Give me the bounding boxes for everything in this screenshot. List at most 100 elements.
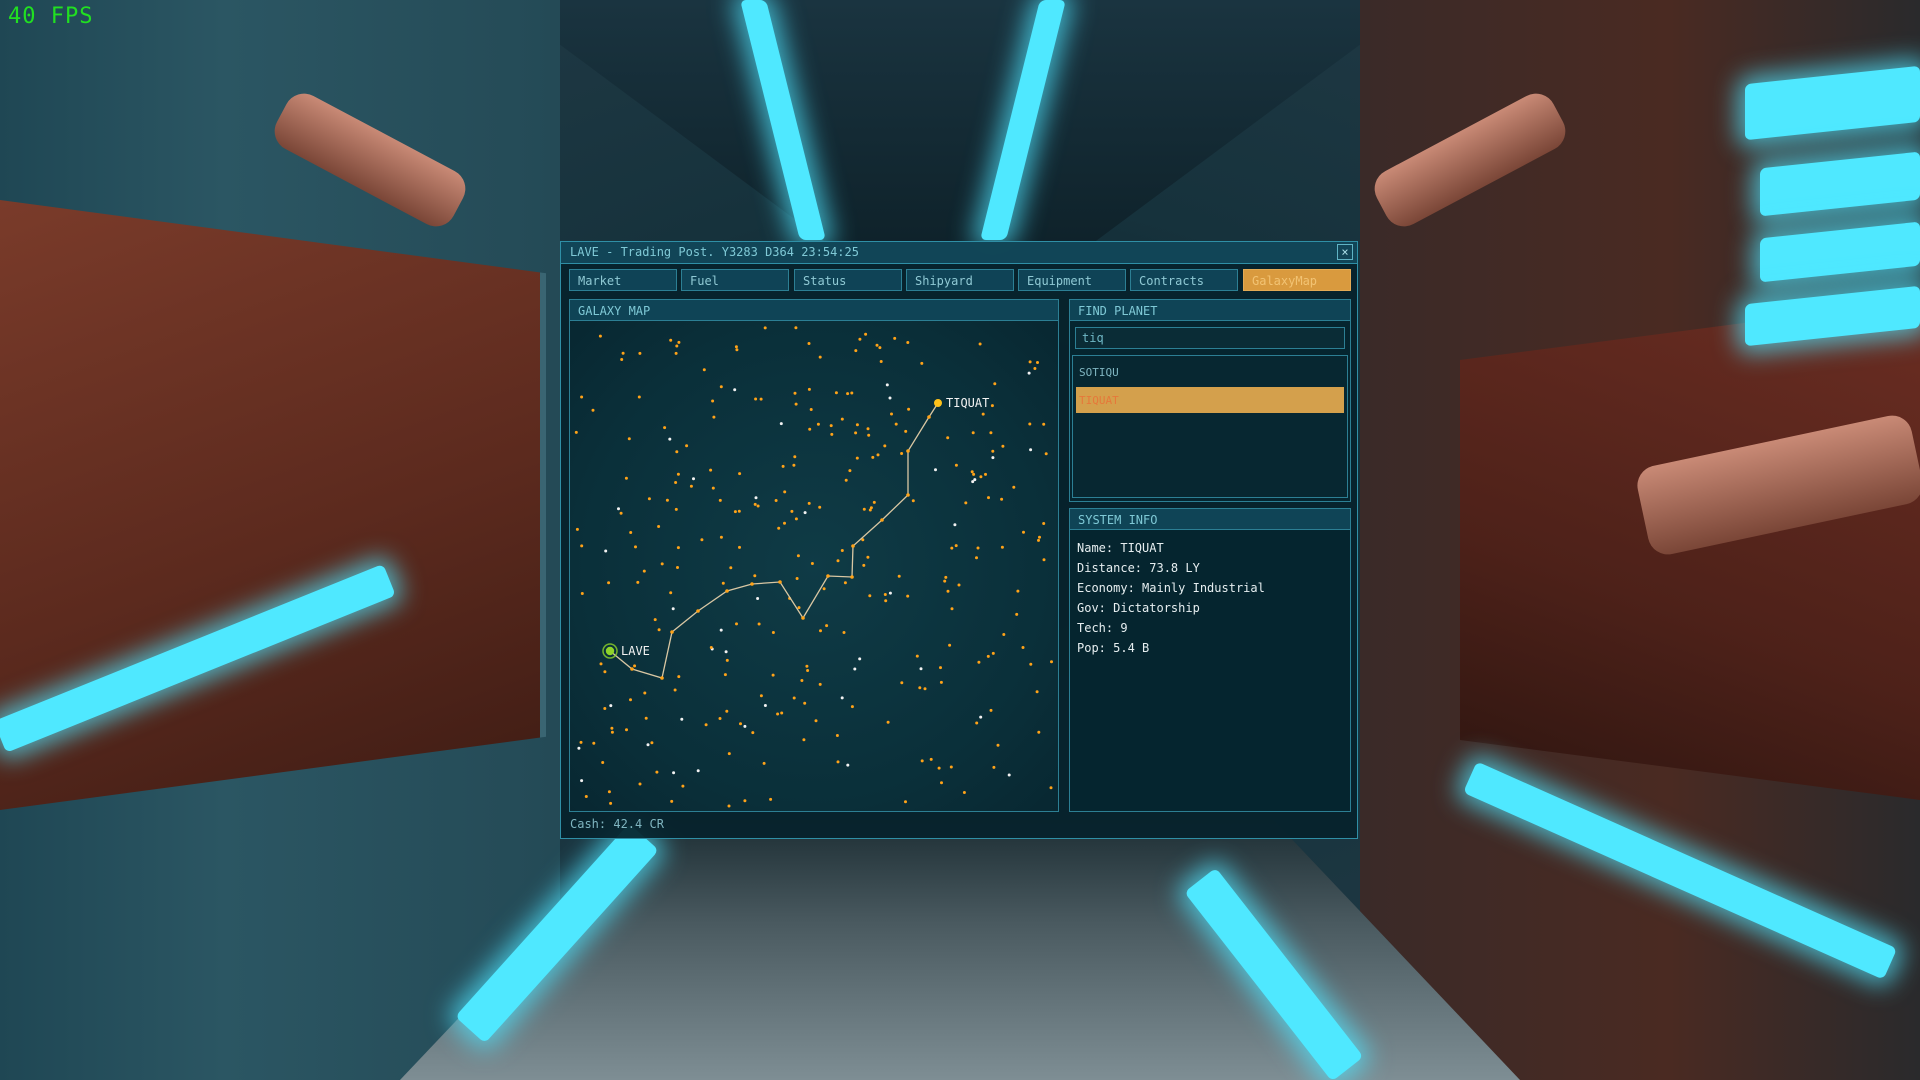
- star-system[interactable]: [603, 670, 607, 674]
- star-system[interactable]: [846, 763, 850, 767]
- star-system[interactable]: [835, 734, 839, 737]
- star-system[interactable]: [660, 562, 664, 566]
- search-result-sotiqu[interactable]: SOTIQU: [1076, 359, 1344, 385]
- star-system[interactable]: [939, 680, 943, 684]
- star-system[interactable]: [743, 799, 747, 803]
- tab-market[interactable]: Market: [569, 269, 677, 291]
- star-system[interactable]: [709, 468, 713, 472]
- galaxy-map-canvas[interactable]: LAVE TIQUAT: [570, 321, 1058, 811]
- route-waypoint[interactable]: [630, 667, 634, 671]
- close-button[interactable]: ×: [1337, 244, 1353, 260]
- star-system[interactable]: [655, 770, 659, 774]
- star-system[interactable]: [1022, 530, 1025, 534]
- star-system[interactable]: [792, 696, 796, 700]
- star-system[interactable]: [675, 344, 679, 348]
- star-system[interactable]: [753, 574, 757, 578]
- star-system[interactable]: [1028, 422, 1032, 426]
- star-system[interactable]: [681, 784, 685, 788]
- star-system[interactable]: [993, 382, 997, 386]
- route-waypoint[interactable]: [725, 589, 729, 593]
- star-system[interactable]: [991, 449, 995, 453]
- star-system[interactable]: [712, 415, 716, 419]
- star-system[interactable]: [850, 705, 854, 709]
- star-system[interactable]: [719, 535, 723, 539]
- star-system[interactable]: [780, 711, 784, 715]
- star-system[interactable]: [723, 673, 727, 677]
- star-system[interactable]: [979, 475, 983, 479]
- tab-shipyard[interactable]: Shipyard: [906, 269, 1014, 291]
- star-system[interactable]: [734, 345, 738, 349]
- star-system[interactable]: [671, 607, 675, 611]
- star-system[interactable]: [929, 757, 933, 761]
- star-system[interactable]: [669, 591, 673, 595]
- star-system[interactable]: [975, 721, 979, 725]
- star-system[interactable]: [866, 427, 870, 431]
- star-system[interactable]: [627, 437, 631, 441]
- star-system[interactable]: [954, 544, 958, 548]
- star-system[interactable]: [807, 501, 811, 505]
- star-system[interactable]: [685, 444, 689, 448]
- star-system[interactable]: [577, 746, 581, 750]
- star-system[interactable]: [946, 436, 950, 440]
- star-system[interactable]: [1012, 485, 1016, 489]
- route-waypoint[interactable]: [696, 609, 700, 613]
- star-system[interactable]: [783, 521, 786, 525]
- star-system[interactable]: [771, 673, 775, 677]
- star-system[interactable]: [676, 546, 680, 550]
- star-system[interactable]: [943, 579, 947, 583]
- star-system[interactable]: [762, 761, 766, 765]
- star-system[interactable]: [579, 740, 583, 744]
- star-system[interactable]: [807, 387, 811, 391]
- star-system[interactable]: [794, 326, 798, 330]
- star-system[interactable]: [1038, 535, 1041, 539]
- star-system[interactable]: [657, 628, 661, 632]
- star-system[interactable]: [900, 452, 904, 455]
- star-system[interactable]: [702, 368, 706, 372]
- star-system[interactable]: [886, 720, 890, 724]
- star-system[interactable]: [796, 554, 800, 558]
- star-system[interactable]: [894, 422, 898, 426]
- star-system[interactable]: [644, 716, 648, 720]
- star-system[interactable]: [781, 464, 785, 468]
- star-system[interactable]: [759, 397, 763, 401]
- star-system[interactable]: [875, 343, 879, 347]
- star-system[interactable]: [793, 391, 797, 395]
- star-system[interactable]: [637, 395, 641, 399]
- star-system[interactable]: [753, 502, 757, 506]
- star-system[interactable]: [1029, 662, 1033, 666]
- star-system[interactable]: [939, 666, 942, 670]
- star-system[interactable]: [603, 707, 607, 710]
- star-system[interactable]: [777, 526, 781, 530]
- tab-fuel[interactable]: Fuel: [681, 269, 789, 291]
- star-system[interactable]: [920, 759, 924, 763]
- star-system[interactable]: [783, 490, 787, 494]
- star-system[interactable]: [634, 545, 637, 549]
- star-system[interactable]: [872, 500, 876, 504]
- star-system[interactable]: [971, 431, 975, 435]
- star-system[interactable]: [979, 715, 983, 719]
- star-system[interactable]: [756, 504, 760, 508]
- star-system[interactable]: [864, 332, 868, 336]
- star-system[interactable]: [672, 771, 676, 775]
- star-system[interactable]: [763, 704, 767, 707]
- star-system[interactable]: [1015, 612, 1019, 616]
- star-system[interactable]: [975, 556, 978, 560]
- star-system[interactable]: [906, 594, 910, 598]
- star-system[interactable]: [843, 581, 847, 585]
- star-system[interactable]: [724, 650, 728, 654]
- star-system[interactable]: [574, 430, 578, 434]
- origin-marker[interactable]: [605, 646, 615, 656]
- star-system[interactable]: [907, 407, 911, 411]
- star-system[interactable]: [629, 698, 632, 702]
- star-system[interactable]: [814, 719, 818, 723]
- star-system[interactable]: [868, 594, 872, 598]
- star-system[interactable]: [1000, 545, 1004, 549]
- star-system[interactable]: [665, 498, 669, 502]
- star-system[interactable]: [934, 468, 937, 472]
- star-system[interactable]: [771, 631, 775, 634]
- star-system[interactable]: [803, 511, 807, 515]
- star-system[interactable]: [846, 392, 850, 396]
- star-system[interactable]: [793, 455, 797, 459]
- star-system[interactable]: [989, 431, 993, 435]
- star-system[interactable]: [862, 563, 866, 567]
